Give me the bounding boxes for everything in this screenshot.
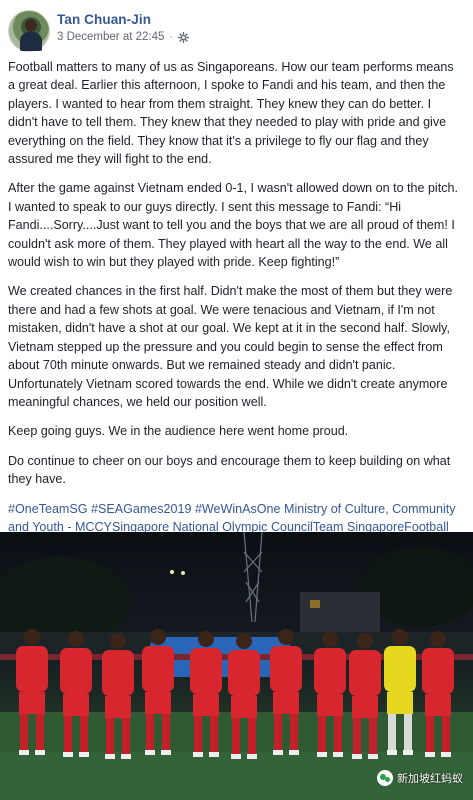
post-paragraph-1: Football matters to many of us as Singap… [8,60,454,167]
watermark-text: 新加坡红蚂蚁 [397,773,463,785]
hashtag-seagames2019[interactable]: #SEAGames2019 [91,502,191,516]
post-paragraph-3: We created chances in the first half. Di… [8,284,453,409]
meta-separator: · [169,31,174,43]
post-paragraph-4: Keep going guys. We in the audience here… [8,424,349,439]
post-paragraph-2: After the game against Vietnam ended 0-1… [8,181,458,270]
post-body: Football matters to many of us as Singap… [8,58,464,566]
avatar-head [25,19,37,32]
watermark: 新加坡红蚂蚁 [377,770,463,786]
author-avatar[interactable] [8,10,50,52]
hashtag-oneteamsg[interactable]: #OneTeamSG [8,502,88,516]
author-name-link[interactable]: Tan Chuan-Jin [57,12,151,27]
floodlight-tower [243,532,263,623]
post-meta: 3 December at 22:45 · [57,31,190,43]
post-photo[interactable]: 新加坡红蚂蚁 [0,532,473,800]
team-lineup-illustration [0,532,473,800]
hashtag-wewinasone[interactable]: #WeWinAsOne [195,502,281,516]
avatar-torso [20,32,42,51]
post-header: Tan Chuan-Jin 3 December at 22:45 · [8,10,468,52]
post-paragraph-5: Do continue to cheer on our boys and enc… [8,453,451,487]
wechat-icon [377,770,393,786]
facebook-post: Tan Chuan-Jin 3 December at 22:45 · Foot… [0,0,473,800]
post-timestamp[interactable]: 3 December at 22:45 [57,31,164,43]
settings-gear-icon[interactable] [178,31,190,43]
